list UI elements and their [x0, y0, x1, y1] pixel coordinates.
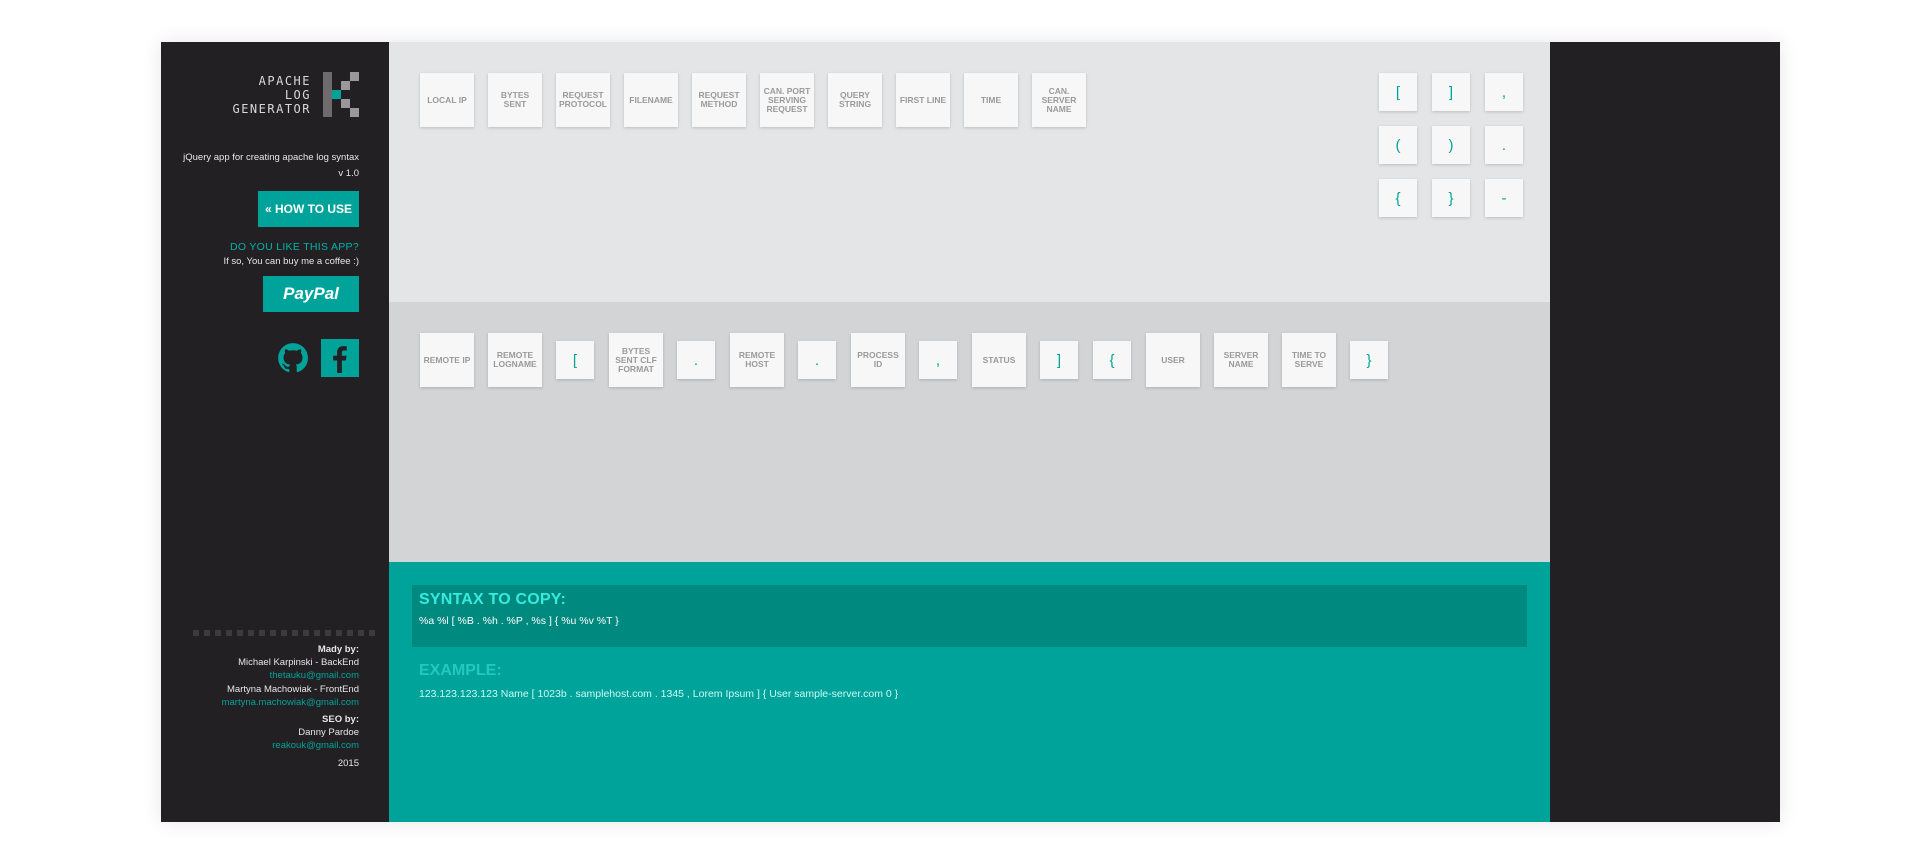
tile-symbol-close-paren[interactable]: ): [1432, 126, 1470, 164]
seo-by-heading: SEO by:: [322, 714, 359, 726]
separator-dots: [193, 630, 375, 636]
author-backend: Michael Karpinski - BackEnd: [238, 657, 359, 669]
selected-tile-server-name[interactable]: SERVER NAME: [1214, 333, 1268, 387]
like-question: DO YOU LIKE THIS APP?: [229, 241, 359, 253]
logo-k-icon: [323, 72, 359, 117]
tile-request-method[interactable]: REQUEST METHOD: [692, 73, 746, 127]
selected-tile-open-brace[interactable]: {: [1093, 341, 1131, 379]
logo-line-1: APACHE: [258, 74, 311, 88]
selected-tile-comma[interactable]: ,: [919, 341, 957, 379]
syntax-value[interactable]: %a %l [ %B . %h . %P , %s ] { %u %v %T }: [419, 615, 1520, 627]
tile-symbol-open-brace[interactable]: {: [1379, 179, 1417, 217]
how-to-use-button[interactable]: « HOW TO USE: [258, 191, 359, 227]
tile-symbol-close-bracket[interactable]: ]: [1432, 73, 1470, 111]
selected-tile-status[interactable]: STATUS: [972, 333, 1026, 387]
selected-tiles-panel: REMOTE IP REMOTE LOGNAME [ BYTES SENT CL…: [389, 302, 1550, 562]
selected-tile-dot-1[interactable]: .: [677, 341, 715, 379]
syntax-title: SYNTAX TO COPY:: [419, 591, 567, 608]
credits-year: 2015: [337, 757, 359, 769]
syntax-box: SYNTAX TO COPY: %a %l [ %B . %h . %P , %…: [412, 585, 1527, 647]
tile-symbol-dot[interactable]: .: [1485, 126, 1523, 164]
output-panel: SYNTAX TO COPY: %a %l [ %B . %h . %P , %…: [389, 562, 1550, 822]
paypal-button[interactable]: PayPal: [263, 276, 359, 312]
selected-tile-time-to-serve[interactable]: TIME TO SERVE: [1282, 333, 1336, 387]
social-links: [275, 339, 359, 377]
selected-tile-process-id[interactable]: PROCESS ID: [851, 333, 905, 387]
example-value: 123.123.123.123 Name [ 1023b . samplehos…: [419, 688, 899, 700]
tile-symbol-close-brace[interactable]: }: [1432, 179, 1470, 217]
tile-request-protocol[interactable]: REQUEST PROTOCOL: [556, 73, 610, 127]
logo-line-3: GENERATOR: [232, 102, 311, 116]
app-description: jQuery app for creating apache log synta…: [183, 150, 359, 182]
available-tiles-panel: LOCAL IP BYTES SENT REQUEST PROTOCOL FIL…: [389, 42, 1550, 302]
logo-text: APACHE LOG GENERATOR: [232, 74, 311, 116]
github-icon[interactable]: [275, 340, 311, 376]
selected-tile-close-bracket[interactable]: ]: [1040, 341, 1078, 379]
selected-tile-remote-ip[interactable]: REMOTE IP: [420, 333, 474, 387]
selected-tile-close-brace[interactable]: }: [1350, 341, 1388, 379]
main-area: LOCAL IP BYTES SENT REQUEST PROTOCOL FIL…: [389, 42, 1550, 822]
author-seo: Danny Pardoe: [298, 727, 359, 739]
tile-time[interactable]: TIME: [964, 73, 1018, 127]
email-backend-link[interactable]: thetauku@gmail.com: [222, 669, 359, 682]
tile-symbol-open-paren[interactable]: (: [1379, 126, 1417, 164]
email-seo-link[interactable]: reakouk@gmail.com: [222, 739, 359, 752]
tile-can-port[interactable]: CAN. PORT SERVING REQUEST: [760, 73, 814, 127]
app-window: APACHE LOG GENERATOR jQuery app for crea…: [161, 42, 1780, 822]
tile-bytes-sent[interactable]: BYTES SENT: [488, 73, 542, 127]
tile-symbol-dash[interactable]: -: [1485, 179, 1523, 217]
like-subtext: If so, You can buy me a coffee :): [223, 256, 359, 267]
tile-can-server-name[interactable]: CAN. SERVER NAME: [1032, 73, 1086, 127]
made-by-heading: Mady by:: [317, 644, 359, 655]
email-frontend-link[interactable]: martyna.machowiak@gmail.com: [222, 696, 359, 709]
selected-tile-dot-2[interactable]: .: [798, 341, 836, 379]
credits: Mady by: Michael Karpinski - BackEnd the…: [222, 643, 359, 770]
right-strip: [1550, 42, 1780, 822]
selected-tile-user[interactable]: USER: [1146, 333, 1200, 387]
selected-tile-bytes-sent-clf[interactable]: BYTES SENT CLF FORMAT: [609, 333, 663, 387]
logo-line-2: LOG: [284, 88, 311, 102]
tile-local-ip[interactable]: LOCAL IP: [420, 73, 474, 127]
tile-first-line[interactable]: FIRST LINE: [896, 73, 950, 127]
tile-query-string[interactable]: QUERY STRING: [828, 73, 882, 127]
facebook-icon[interactable]: [321, 339, 359, 377]
tile-symbol-comma[interactable]: ,: [1485, 73, 1523, 111]
donate-prompt: DO YOU LIKE THIS APP? If so, You can buy…: [223, 241, 359, 267]
author-frontend: Martyna Machowiak - FrontEnd: [227, 683, 359, 695]
example-title: EXAMPLE:: [419, 662, 502, 679]
version-text: v 1.0: [338, 168, 359, 179]
sidebar: APACHE LOG GENERATOR jQuery app for crea…: [161, 42, 389, 822]
selected-tile-remote-host[interactable]: REMOTE HOST: [730, 333, 784, 387]
tile-symbol-open-bracket[interactable]: [: [1379, 73, 1417, 111]
selected-tile-remote-logname[interactable]: REMOTE LOGNAME: [488, 333, 542, 387]
tile-filename[interactable]: FILENAME: [624, 73, 678, 127]
description-text: jQuery app for creating apache log synta…: [183, 152, 359, 163]
app-logo: APACHE LOG GENERATOR: [232, 72, 359, 117]
selected-tile-open-bracket[interactable]: [: [556, 341, 594, 379]
